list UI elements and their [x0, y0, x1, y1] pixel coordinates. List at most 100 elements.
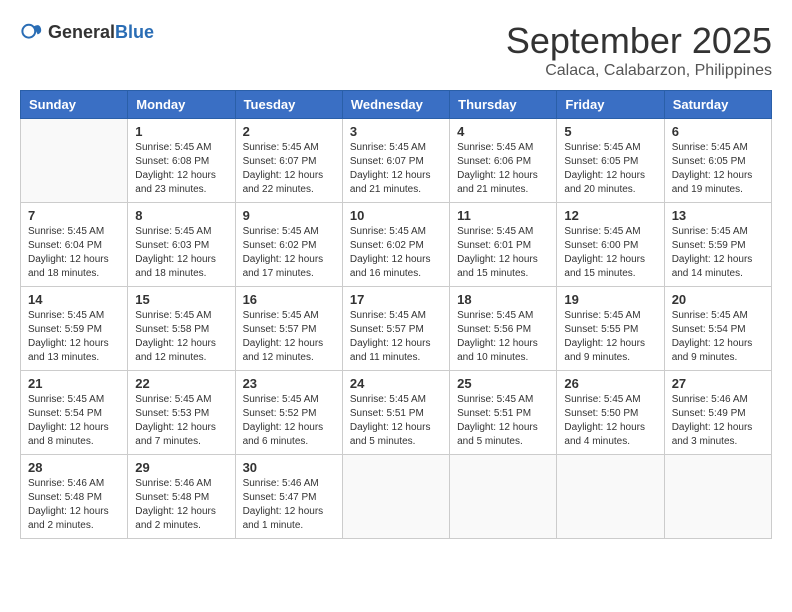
calendar-cell: 24 Sunrise: 5:45 AM Sunset: 5:51 PM Dayli… [342, 371, 449, 455]
day-header-thursday: Thursday [450, 91, 557, 119]
calendar-cell: 15Sunrise: 5:45 AM Sunset: 5:58 PM Dayli… [128, 287, 235, 371]
day-header-saturday: Saturday [664, 91, 771, 119]
day-info: Sunrise: 5:45 AM Sunset: 5:50 PM Dayligh… [564, 393, 656, 449]
day-number: 1 [135, 124, 227, 139]
logo-general: General [48, 22, 115, 42]
calendar-cell: 17Sunrise: 5:45 AM Sunset: 5:57 PM Dayli… [342, 287, 449, 371]
day-info: Sunrise: 5:45 AM Sunset: 5:54 PM Dayligh… [28, 393, 120, 449]
calendar-cell: 12Sunrise: 5:45 AM Sunset: 6:00 PM Dayli… [557, 203, 664, 287]
calendar-cell: 4Sunrise: 5:45 AM Sunset: 6:06 PM Daylig… [450, 119, 557, 203]
day-info: Sunrise: 5:45 AM Sunset: 5:52 PM Dayligh… [243, 393, 335, 449]
day-number: 15 [135, 292, 227, 307]
day-info: Sunrise: 5:45 AM Sunset: 6:05 PM Dayligh… [672, 141, 764, 197]
day-number: 28 [28, 460, 120, 475]
calendar-cell: 9 Sunrise: 5:45 AM Sunset: 6:02 PM Daylig… [235, 203, 342, 287]
title-block: September 2025 Calaca, Calabarzon, Phili… [506, 20, 772, 80]
calendar-cell: 22 Sunrise: 5:45 AM Sunset: 5:53 PM Dayli… [128, 371, 235, 455]
calendar-header-row: SundayMondayTuesdayWednesdayThursdayFrid… [21, 91, 772, 119]
day-number: 26 [564, 376, 656, 391]
day-info: Sunrise: 5:45 AM Sunset: 5:56 PM Dayligh… [457, 309, 549, 365]
calendar-cell: 7 Sunrise: 5:45 AM Sunset: 6:04 PM Daylig… [21, 203, 128, 287]
calendar-cell: 20 Sunrise: 5:45 AM Sunset: 5:54 PM Dayli… [664, 287, 771, 371]
day-info: Sunrise: 5:45 AM Sunset: 6:05 PM Dayligh… [564, 141, 656, 197]
day-number: 9 [243, 208, 335, 223]
calendar-cell: 28 Sunrise: 5:46 AM Sunset: 5:48 PM Dayli… [21, 455, 128, 539]
day-info: Sunrise: 5:45 AM Sunset: 6:04 PM Dayligh… [28, 225, 120, 281]
calendar-cell: 27 Sunrise: 5:46 AM Sunset: 5:49 PM Dayli… [664, 371, 771, 455]
day-number: 29 [135, 460, 227, 475]
day-info: Sunrise: 5:45 AM Sunset: 5:53 PM Dayligh… [135, 393, 227, 449]
day-info: Sunrise: 5:45 AM Sunset: 6:07 PM Dayligh… [350, 141, 442, 197]
day-number: 10 [350, 208, 442, 223]
calendar-cell: 18Sunrise: 5:45 AM Sunset: 5:56 PM Dayli… [450, 287, 557, 371]
calendar-cell: 21 Sunrise: 5:45 AM Sunset: 5:54 PM Dayli… [21, 371, 128, 455]
day-number: 6 [672, 124, 764, 139]
calendar-cell: 10 Sunrise: 5:45 AM Sunset: 6:02 PM Dayli… [342, 203, 449, 287]
day-info: Sunrise: 5:45 AM Sunset: 5:59 PM Dayligh… [672, 225, 764, 281]
day-number: 20 [672, 292, 764, 307]
day-info: Sunrise: 5:45 AM Sunset: 6:01 PM Dayligh… [457, 225, 549, 281]
day-info: Sunrise: 5:45 AM Sunset: 5:57 PM Dayligh… [350, 309, 442, 365]
calendar-cell: 1 Sunrise: 5:45 AM Sunset: 6:08 PM Daylig… [128, 119, 235, 203]
day-info: Sunrise: 5:45 AM Sunset: 6:07 PM Dayligh… [243, 141, 335, 197]
calendar-week-4: 21 Sunrise: 5:45 AM Sunset: 5:54 PM Dayli… [21, 371, 772, 455]
day-number: 7 [28, 208, 120, 223]
calendar-cell: 19Sunrise: 5:45 AM Sunset: 5:55 PM Dayli… [557, 287, 664, 371]
day-info: Sunrise: 5:45 AM Sunset: 6:03 PM Dayligh… [135, 225, 227, 281]
day-info: Sunrise: 5:45 AM Sunset: 5:51 PM Dayligh… [457, 393, 549, 449]
day-number: 21 [28, 376, 120, 391]
calendar-week-1: 1 Sunrise: 5:45 AM Sunset: 6:08 PM Daylig… [21, 119, 772, 203]
day-number: 13 [672, 208, 764, 223]
calendar-cell: 14Sunrise: 5:45 AM Sunset: 5:59 PM Dayli… [21, 287, 128, 371]
calendar-cell [664, 455, 771, 539]
logo-blue: Blue [115, 22, 154, 42]
calendar-cell: 5 Sunrise: 5:45 AM Sunset: 6:05 PM Daylig… [557, 119, 664, 203]
day-number: 3 [350, 124, 442, 139]
calendar-cell: 3 Sunrise: 5:45 AM Sunset: 6:07 PM Daylig… [342, 119, 449, 203]
day-number: 5 [564, 124, 656, 139]
calendar-cell: 30Sunrise: 5:46 AM Sunset: 5:47 PM Dayli… [235, 455, 342, 539]
day-info: Sunrise: 5:45 AM Sunset: 5:51 PM Dayligh… [350, 393, 442, 449]
day-info: Sunrise: 5:45 AM Sunset: 5:57 PM Dayligh… [243, 309, 335, 365]
day-info: Sunrise: 5:45 AM Sunset: 6:06 PM Dayligh… [457, 141, 549, 197]
day-number: 30 [243, 460, 335, 475]
day-number: 11 [457, 208, 549, 223]
logo-icon [20, 20, 44, 44]
day-info: Sunrise: 5:46 AM Sunset: 5:48 PM Dayligh… [135, 477, 227, 533]
calendar-cell: 16 Sunrise: 5:45 AM Sunset: 5:57 PM Dayli… [235, 287, 342, 371]
calendar-cell [450, 455, 557, 539]
location-title: Calaca, Calabarzon, Philippines [506, 62, 772, 80]
day-info: Sunrise: 5:46 AM Sunset: 5:48 PM Dayligh… [28, 477, 120, 533]
day-number: 23 [243, 376, 335, 391]
calendar-cell [342, 455, 449, 539]
calendar-cell: 6 Sunrise: 5:45 AM Sunset: 6:05 PM Daylig… [664, 119, 771, 203]
calendar-cell [21, 119, 128, 203]
day-info: Sunrise: 5:45 AM Sunset: 6:02 PM Dayligh… [350, 225, 442, 281]
calendar-cell: 23 Sunrise: 5:45 AM Sunset: 5:52 PM Dayli… [235, 371, 342, 455]
day-number: 12 [564, 208, 656, 223]
day-info: Sunrise: 5:45 AM Sunset: 6:08 PM Dayligh… [135, 141, 227, 197]
calendar-table: SundayMondayTuesdayWednesdayThursdayFrid… [20, 90, 772, 539]
day-header-tuesday: Tuesday [235, 91, 342, 119]
day-number: 22 [135, 376, 227, 391]
calendar-cell: 25Sunrise: 5:45 AM Sunset: 5:51 PM Dayli… [450, 371, 557, 455]
day-number: 27 [672, 376, 764, 391]
day-header-friday: Friday [557, 91, 664, 119]
day-info: Sunrise: 5:45 AM Sunset: 5:55 PM Dayligh… [564, 309, 656, 365]
page-header: GeneralBlue September 2025 Calaca, Calab… [20, 20, 772, 80]
calendar-cell: 29 Sunrise: 5:46 AM Sunset: 5:48 PM Dayli… [128, 455, 235, 539]
calendar-cell: 2Sunrise: 5:45 AM Sunset: 6:07 PM Daylig… [235, 119, 342, 203]
day-number: 16 [243, 292, 335, 307]
day-header-sunday: Sunday [21, 91, 128, 119]
calendar-week-5: 28 Sunrise: 5:46 AM Sunset: 5:48 PM Dayli… [21, 455, 772, 539]
day-info: Sunrise: 5:45 AM Sunset: 5:54 PM Dayligh… [672, 309, 764, 365]
calendar-cell: 13 Sunrise: 5:45 AM Sunset: 5:59 PM Dayli… [664, 203, 771, 287]
calendar-week-2: 7 Sunrise: 5:45 AM Sunset: 6:04 PM Daylig… [21, 203, 772, 287]
day-number: 8 [135, 208, 227, 223]
calendar-cell: 26 Sunrise: 5:45 AM Sunset: 5:50 PM Dayli… [557, 371, 664, 455]
day-number: 24 [350, 376, 442, 391]
logo: GeneralBlue [20, 20, 154, 44]
day-header-monday: Monday [128, 91, 235, 119]
day-info: Sunrise: 5:46 AM Sunset: 5:49 PM Dayligh… [672, 393, 764, 449]
day-info: Sunrise: 5:45 AM Sunset: 6:02 PM Dayligh… [243, 225, 335, 281]
